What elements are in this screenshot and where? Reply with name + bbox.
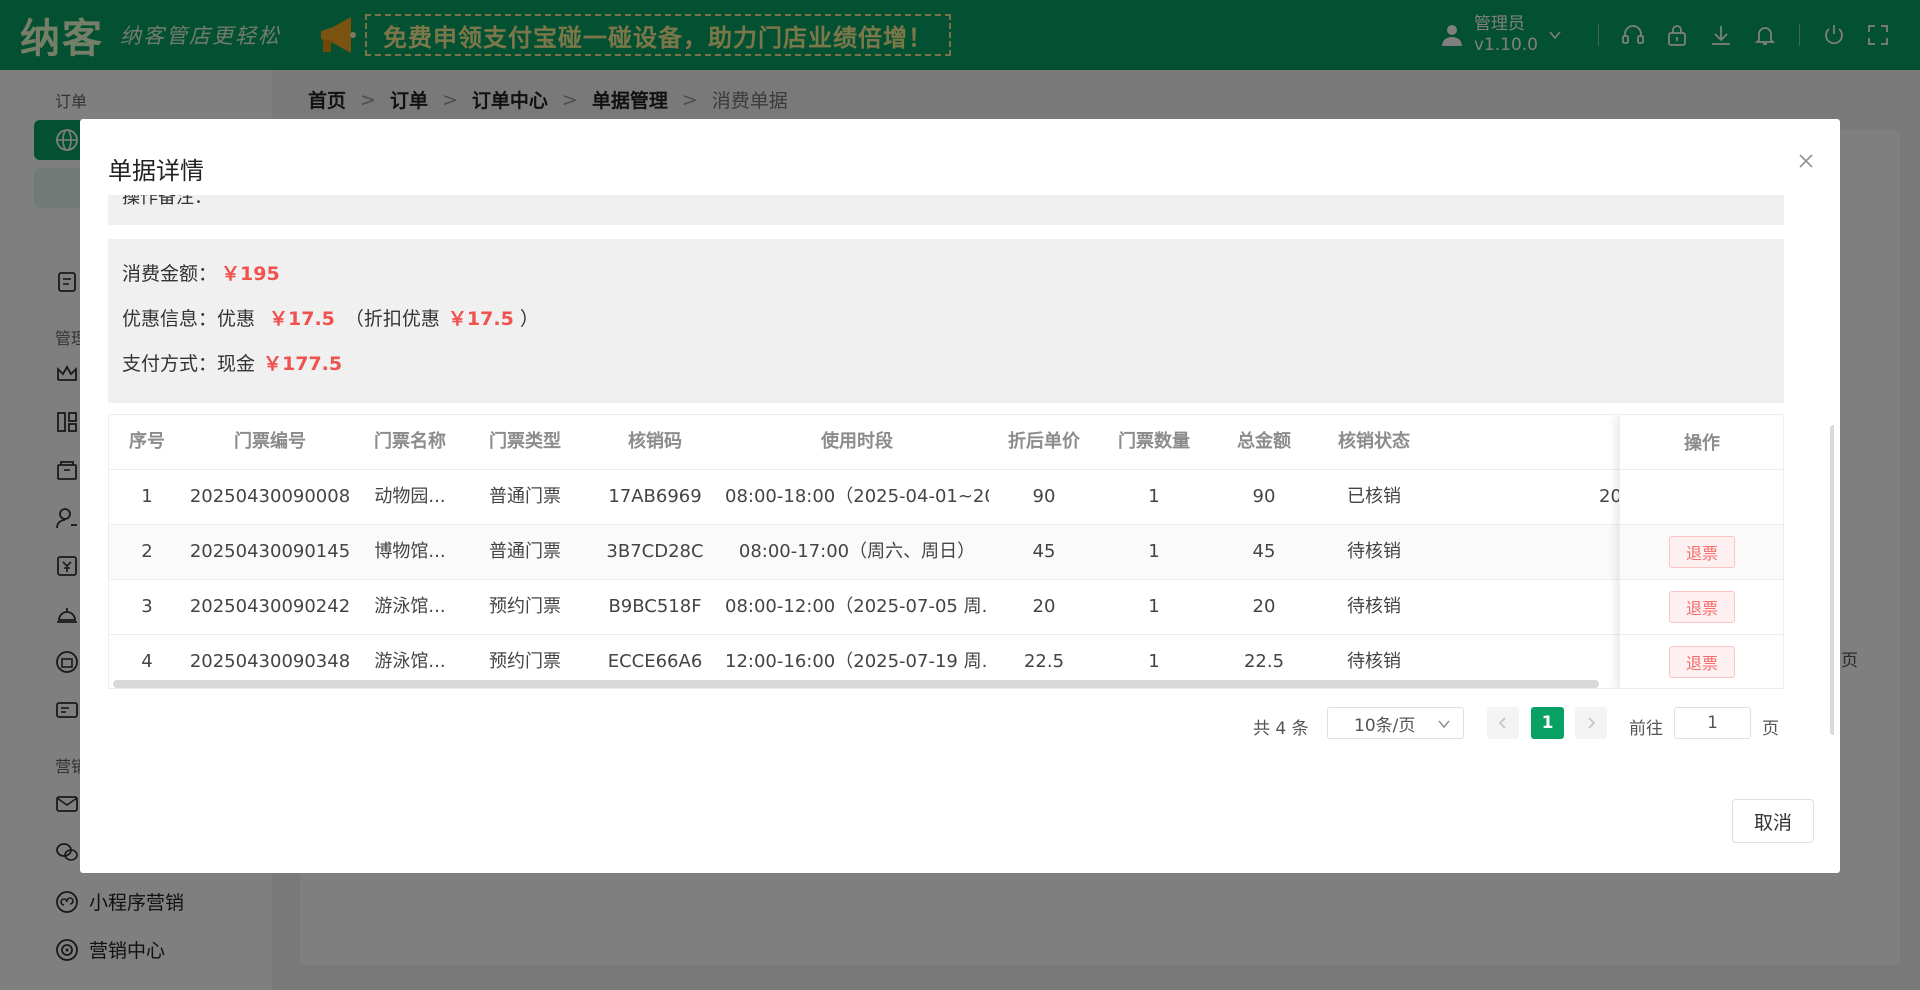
action-cell: 退票 [1620,525,1783,580]
action-cell: 退票 [1620,580,1783,635]
remark-block: 操作备注： [108,195,1784,225]
cell-quantity: 1 [1148,541,1160,562]
cell-ticket-type: 普通门票 [489,486,561,507]
chevron-down-icon [1438,720,1450,729]
cell-ticket-type: 预约门票 [489,596,561,617]
page-size-select[interactable]: 10条/页 [1327,707,1464,739]
cell-index: 3 [141,596,153,617]
discount-value: ￥17.5 [269,308,335,330]
table-row: 3 20250430090242 游泳馆... 预约门票 B9BC518F 08… [109,580,1783,635]
cell-code: 17AB6969 [608,486,702,507]
cell-time-slot: 08:00-18:00（2025-04-01~20... [725,486,989,507]
cell-ticket-name: 动物园... [374,486,446,507]
goto-page-input[interactable] [1674,707,1751,739]
discount-detail-close: ） [519,308,539,330]
table-header: 序号 门票编号 门票名称 门票类型 核销码 使用时段 折后单价 门票数量 总金额… [109,415,1783,470]
header-code: 核销码 [628,431,682,452]
cell-code: 3B7CD28C [606,541,704,562]
action-cell-empty [1620,470,1783,525]
cell-total: 20 [1252,596,1276,617]
cell-quantity: 1 [1148,596,1160,617]
payment-line: 支付方式：现金 ￥177.5 [122,349,342,376]
discount-line: 优惠信息：优惠 ￥17.5 （折扣优惠 ￥17.5 ） [122,304,539,331]
chevron-right-icon [1588,717,1596,729]
cell-ticket-type: 普通门票 [489,541,561,562]
cell-ticket-no: 20250430090242 [189,596,351,617]
bill-detail-dialog: 单据详情 操作备注： 消费金额： ￥195 优惠信息：优惠 ￥17.5 （折扣优… [80,119,1840,873]
cell-index: 1 [141,486,153,507]
header-hidden-column [1429,415,1629,469]
header-total: 总金额 [1237,431,1291,452]
page-size-value: 10条/页 [1354,715,1416,736]
cell-status: 已核销 [1347,486,1401,507]
header-ticket-type: 门票类型 [489,431,561,452]
cell-code: B9BC518F [608,596,702,617]
cell-ticket-no: 20250430090008 [189,486,351,507]
cell-total: 45 [1252,541,1276,562]
goto-page-suffix: 页 [1762,719,1779,739]
chevron-left-icon [1498,717,1506,729]
payment-summary: 消费金额： ￥195 优惠信息：优惠 ￥17.5 （折扣优惠 ￥17.5 ） 支… [108,239,1784,403]
payment-label: 支付方式：现金 [122,353,256,375]
cell-status: 待核销 [1347,596,1401,617]
remark-label: 操作备注： [122,195,212,208]
header-unit-price: 折后单价 [1008,431,1080,452]
header-status: 核销状态 [1338,431,1410,452]
header-ticket-name: 门票名称 [374,431,446,452]
refund-button[interactable]: 退票 [1669,646,1735,678]
payment-value: ￥177.5 [263,353,343,375]
cell-index: 2 [141,541,153,562]
cell-total: 90 [1252,486,1276,507]
cell-ticket-name: 博物馆... [374,541,446,562]
goto-label: 前往 [1629,719,1663,739]
action-cell: 退票 [1620,635,1783,688]
dialog-title: 单据详情 [108,157,204,185]
horizontal-scrollbar[interactable] [113,680,1599,688]
header-index: 序号 [129,431,165,452]
prev-page-button[interactable] [1487,707,1519,739]
cell-unit-price: 90 [1032,486,1056,507]
pagination-total: 共 4 条 [1253,719,1309,739]
discount-detail-value: ￥17.5 [447,308,514,330]
refund-button[interactable]: 退票 [1669,536,1735,568]
header-ticket-no: 门票编号 [234,431,306,452]
page-number-current[interactable]: 1 [1531,707,1564,739]
cell-unit-price: 20 [1032,596,1056,617]
refund-button[interactable]: 退票 [1669,591,1735,623]
pagination: 共 4 条 10条/页 1 前往 页 [108,707,1784,741]
header-time-slot: 使用时段 [821,431,893,452]
cell-time-slot: 08:00-17:00（周六、周日） [738,541,976,562]
next-page-button[interactable] [1575,707,1607,739]
cell-ticket-name: 游泳馆... [374,596,446,617]
amount-label: 消费金额： [122,263,218,285]
header-actions: 操作 [1620,415,1783,470]
close-icon[interactable] [1798,153,1814,169]
fixed-action-column: 操作 退票 退票 退票 [1619,415,1783,688]
cell-status: 待核销 [1347,541,1401,562]
cell-unit-price: 45 [1032,541,1056,562]
discount-label: 优惠信息：优惠 [122,308,256,330]
discount-detail-label: （折扣优惠 [344,308,440,330]
table-row: 2 20250430090145 博物馆... 普通门票 3B7CD28C 08… [109,525,1783,580]
cell-quantity: 1 [1148,486,1160,507]
table-row: 1 20250430090008 动物园... 普通门票 17AB6969 08… [109,470,1783,525]
header-quantity: 门票数量 [1118,431,1190,452]
ticket-table: 序号 门票编号 门票名称 门票类型 核销码 使用时段 折后单价 门票数量 总金额… [108,414,1784,689]
amount-value: ￥195 [221,263,280,285]
cell-time-slot: 08:00-12:00（2025-07-05 周... [725,596,989,617]
cancel-button[interactable]: 取消 [1732,799,1814,843]
vertical-scrollbar[interactable] [1830,425,1834,735]
dialog-body: 操作备注： 消费金额： ￥195 优惠信息：优惠 ￥17.5 （折扣优惠 ￥17… [108,195,1834,789]
amount-line: 消费金额： ￥195 [122,259,280,286]
cell-ticket-no: 20250430090145 [189,541,351,562]
